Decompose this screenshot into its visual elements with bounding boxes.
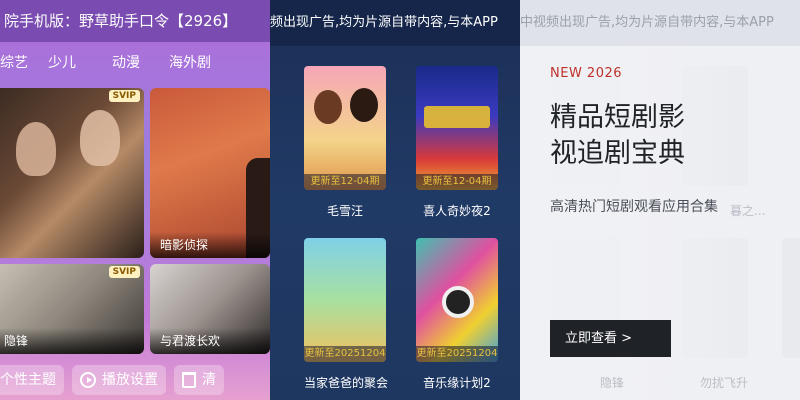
video-card[interactable]: 与君渡长欢 (150, 264, 270, 354)
bottom-toolbar: 个性主题 播放设置 清 (0, 360, 270, 400)
poster-figure (350, 88, 378, 122)
show-title: 喜人奇妙夜2 (423, 204, 491, 218)
new-badge: NEW 2026 (550, 66, 623, 81)
update-status: 更新至12-04期 (416, 174, 498, 190)
tab-anime[interactable]: 动漫 (94, 52, 158, 72)
middle-app-screenshot: 频出现广告,均为片源自带内容,与本APP 更新至12-04期 毛雪汪 更新至12… (270, 0, 520, 400)
play-circle-icon (80, 372, 96, 388)
video-card[interactable]: SVIP 隐锋 (0, 264, 144, 354)
video-title: 暗影侦探 (150, 232, 270, 258)
show-card[interactable]: 更新至12-04期 喜人奇妙夜2 (416, 66, 498, 219)
promo-heading: 精品短剧影 视追剧宝典 (550, 100, 685, 172)
video-title: 与君渡长欢 (150, 328, 270, 354)
promo-subtitle: 高清热门短剧观看应用合集 (550, 199, 718, 215)
trash-icon (182, 372, 196, 388)
poster-figure (314, 90, 342, 124)
poster-image: 更新至20251204 (304, 238, 386, 362)
poster-figure (80, 110, 120, 166)
video-card[interactable]: SVIP (0, 88, 144, 258)
poster-image: 更新至12-04期 (304, 66, 386, 190)
promo-heading-line2: 视追剧宝典 (550, 138, 685, 169)
poster-image: 更新至12-04期 (416, 66, 498, 190)
view-now-button[interactable]: 立即查看 > (550, 320, 671, 357)
show-card[interactable]: 更新至12-04期 毛雪汪 (304, 66, 386, 219)
left-app-screenshot: 院手机版：野草助手口令【2926】 综艺 少儿 动漫 海外剧 SVIP 暗影侦探… (0, 0, 270, 400)
tab-variety[interactable]: 综艺 (0, 52, 30, 72)
notice-marquee: 中视频出现广告,均为片源自带内容,与本APP (520, 0, 800, 46)
playback-settings-label: 播放设置 (102, 372, 158, 388)
video-card[interactable]: 暗影侦探 (150, 88, 270, 258)
svip-badge: SVIP (108, 266, 140, 278)
show-title: 毛雪汪 (326, 204, 363, 218)
notice-marquee: 频出现广告,均为片源自带内容,与本APP (270, 0, 520, 46)
clear-cache-label: 清 (202, 372, 216, 388)
poster-image: 更新至20251204 (416, 238, 498, 362)
update-status: 更新至20251204 (304, 346, 386, 362)
update-status: 更新至20251204 (416, 346, 498, 362)
category-tabs: 综艺 少儿 动漫 海外剧 (0, 44, 270, 80)
poster-figure (16, 122, 56, 176)
poster-image (0, 88, 144, 258)
tab-overseas-drama[interactable]: 海外剧 (158, 52, 222, 72)
promo-heading-line1: 精品短剧影 (550, 102, 685, 133)
theme-button-label: 个性主题 (0, 372, 56, 388)
svip-badge: SVIP (108, 90, 140, 102)
clear-cache-button[interactable]: 清 (174, 365, 224, 395)
show-title: 当家爸爸的聚会 (304, 376, 389, 390)
show-title: 音乐缘计划2 (423, 376, 491, 390)
tab-kids[interactable]: 少儿 (30, 52, 94, 72)
app-header-title: 院手机版：野草助手口令【2926】 (0, 0, 270, 42)
ghost-label: 勿扰飞升 (700, 376, 749, 390)
ghost-label: 隐锋 (600, 376, 625, 390)
poster-logo (424, 106, 490, 128)
update-status: 更新至12-04期 (304, 174, 386, 190)
show-card[interactable]: 更新至20251204 音乐缘计划2 (416, 238, 498, 391)
poster-record (442, 286, 474, 318)
playback-settings-button[interactable]: 播放设置 (72, 365, 166, 395)
promo-panel: 中视频出现广告,均为片源自带内容,与本APP 暮之... 隐锋 勿扰飞升 NEW… (520, 0, 800, 400)
theme-button[interactable]: 个性主题 (0, 365, 64, 395)
show-card[interactable]: 更新至20251204 当家爸爸的聚会 (304, 238, 389, 391)
ghost-label: 暮之... (730, 204, 766, 218)
video-title: 隐锋 (0, 328, 144, 354)
